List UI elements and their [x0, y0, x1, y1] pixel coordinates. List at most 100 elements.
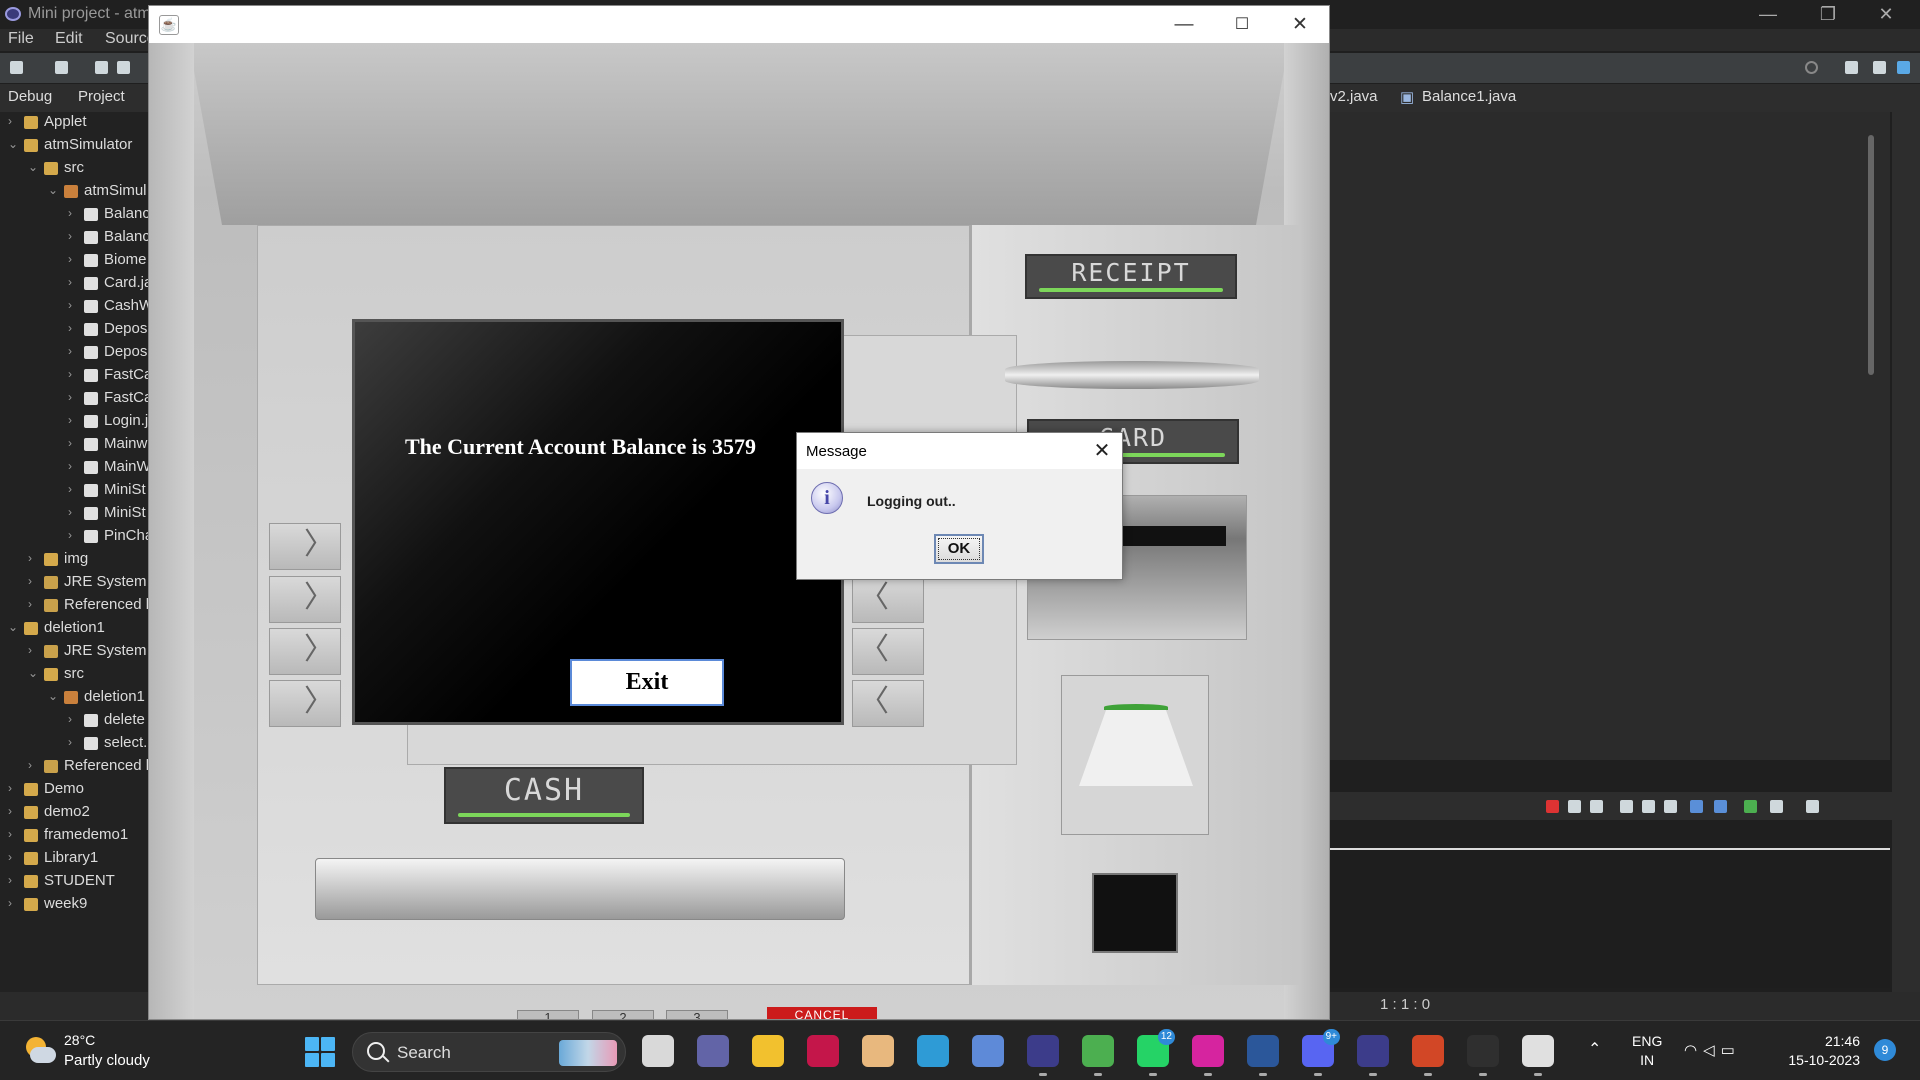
tree-item[interactable]: › Depos: [0, 342, 150, 364]
start-button[interactable]: [305, 1037, 335, 1067]
editor-area[interactable]: [1330, 112, 1890, 760]
word-icon[interactable]: [1247, 1035, 1279, 1076]
eclipse-icon-2[interactable]: [1357, 1035, 1389, 1076]
tree-item[interactable]: › Applet: [0, 112, 150, 134]
keypad-key-1[interactable]: 1: [517, 1010, 579, 1019]
clock[interactable]: 21:46 15-10-2023: [1780, 1032, 1860, 1070]
wifi-icon[interactable]: ◠: [1684, 1042, 1703, 1059]
search-icon[interactable]: [1805, 61, 1818, 74]
chevron-down-icon[interactable]: ⌄: [28, 666, 38, 680]
menu-edit[interactable]: Edit: [55, 30, 83, 48]
tree-item[interactable]: › JRE System L: [0, 641, 150, 663]
atm-maximize-button[interactable]: ☐: [1217, 11, 1267, 39]
perspective-icon[interactable]: [1845, 61, 1858, 74]
tree-item[interactable]: ⌄ deletion1: [0, 618, 150, 640]
tree-item[interactable]: › Balanc: [0, 227, 150, 249]
show-on-output-icon[interactable]: [1690, 800, 1703, 813]
task-view-icon[interactable]: [642, 1035, 674, 1067]
left-side-key-4[interactable]: 〉: [269, 680, 341, 727]
taskbar-search[interactable]: Search: [352, 1032, 626, 1072]
terminate-icon[interactable]: [1546, 800, 1559, 813]
right-side-key-2[interactable]: 〈: [852, 576, 924, 623]
chevron-right-icon[interactable]: ›: [8, 804, 12, 818]
chevron-right-icon[interactable]: ›: [28, 574, 32, 588]
left-side-key-2[interactable]: 〉: [269, 576, 341, 623]
right-side-key-4[interactable]: 〈: [852, 680, 924, 727]
tab-editor-v2[interactable]: v2.java: [1330, 88, 1378, 105]
java-perspective-icon[interactable]: [1873, 61, 1886, 74]
chevron-right-icon[interactable]: ›: [68, 344, 72, 358]
tree-item[interactable]: › FastCa: [0, 388, 150, 410]
chevron-down-icon[interactable]: ⌄: [48, 183, 58, 197]
tree-item[interactable]: › JRE System L: [0, 572, 150, 594]
file-explorer-icon[interactable]: [752, 1035, 784, 1067]
chevron-right-icon[interactable]: ›: [68, 459, 72, 473]
tree-item[interactable]: › delete: [0, 710, 150, 732]
tree-item[interactable]: › Card.ja: [0, 273, 150, 295]
remove-launch-icon[interactable]: [1568, 800, 1581, 813]
tree-item[interactable]: › Mainw: [0, 434, 150, 456]
teams-chat-icon[interactable]: [697, 1035, 729, 1067]
chevron-right-icon[interactable]: ›: [68, 712, 72, 726]
tree-item[interactable]: › STUDENT: [0, 871, 150, 893]
tree-item[interactable]: › framedemo1: [0, 825, 150, 847]
weather-partly-cloudy-icon[interactable]: [22, 1035, 56, 1065]
tree-item[interactable]: › Balanc: [0, 204, 150, 226]
chevron-right-icon[interactable]: ›: [68, 413, 72, 427]
word-wrap-icon[interactable]: [1664, 800, 1677, 813]
language-indicator[interactable]: ENG IN: [1632, 1032, 1662, 1070]
chevron-right-icon[interactable]: ›: [68, 482, 72, 496]
weather-description[interactable]: Partly cloudy: [64, 1052, 150, 1069]
edge-icon[interactable]: [917, 1035, 949, 1067]
chevron-right-icon[interactable]: ›: [68, 252, 72, 266]
show-on-error-icon[interactable]: [1714, 800, 1727, 813]
chevron-right-icon[interactable]: ›: [68, 275, 72, 289]
tree-item[interactable]: › FastCa: [0, 365, 150, 387]
chevron-right-icon[interactable]: ›: [28, 551, 32, 565]
left-side-key-3[interactable]: 〉: [269, 628, 341, 675]
chevron-right-icon[interactable]: ›: [68, 206, 72, 220]
dialog-close-button[interactable]: ✕: [1088, 437, 1116, 465]
ide-minimize-button[interactable]: —: [1740, 2, 1796, 26]
chevron-right-icon[interactable]: ›: [8, 114, 12, 128]
tree-item[interactable]: › select.: [0, 733, 150, 755]
debug-perspective-icon[interactable]: [1897, 61, 1910, 74]
tree-item[interactable]: ⌄ atmSimul: [0, 181, 150, 203]
tree-item[interactable]: ⌄ src: [0, 664, 150, 686]
open-folder-icon[interactable]: [55, 61, 68, 74]
chevron-right-icon[interactable]: ›: [8, 873, 12, 887]
tree-item[interactable]: › Demo: [0, 779, 150, 801]
tab-project[interactable]: Project: [78, 88, 125, 105]
java-icon[interactable]: [1522, 1035, 1554, 1076]
right-side-key-3[interactable]: 〈: [852, 628, 924, 675]
chevron-right-icon[interactable]: ›: [8, 827, 12, 841]
tree-item[interactable]: › Referenced l: [0, 756, 150, 778]
chevron-right-icon[interactable]: ›: [28, 758, 32, 772]
terminal-icon[interactable]: [1467, 1035, 1499, 1076]
chevron-right-icon[interactable]: ›: [8, 781, 12, 795]
weather-temperature[interactable]: 28°C: [64, 1032, 95, 1048]
keypad-cancel-key[interactable]: CANCEL: [767, 1007, 877, 1019]
chrome-icon[interactable]: [1082, 1035, 1114, 1076]
chevron-right-icon[interactable]: ›: [68, 229, 72, 243]
tree-item[interactable]: › Depos: [0, 319, 150, 341]
chevron-right-icon[interactable]: ›: [68, 505, 72, 519]
keypad-key-2[interactable]: 2: [592, 1010, 654, 1019]
atm-minimize-button[interactable]: —: [1159, 11, 1209, 39]
eclipse-icon[interactable]: [1027, 1035, 1059, 1076]
chevron-right-icon[interactable]: ›: [68, 321, 72, 335]
show-hidden-icons-chevron-icon[interactable]: ⌃: [1588, 1039, 1601, 1059]
chevron-right-icon[interactable]: ›: [8, 850, 12, 864]
vpn-app-icon[interactable]: [972, 1035, 1004, 1067]
tree-item[interactable]: › MainW: [0, 457, 150, 479]
tree-item[interactable]: › MiniSt: [0, 480, 150, 502]
chevron-right-icon[interactable]: ›: [68, 735, 72, 749]
notification-badge[interactable]: 9: [1874, 1039, 1896, 1061]
editor-scrollbar[interactable]: [1868, 135, 1874, 375]
open-console-icon[interactable]: [1806, 800, 1819, 813]
ide-restore-button[interactable]: ❐: [1800, 2, 1856, 26]
media-app-icon[interactable]: [807, 1035, 839, 1067]
new-file-icon[interactable]: [10, 61, 23, 74]
console-output[interactable]: [1330, 848, 1890, 988]
ok-button[interactable]: OK: [934, 534, 984, 564]
